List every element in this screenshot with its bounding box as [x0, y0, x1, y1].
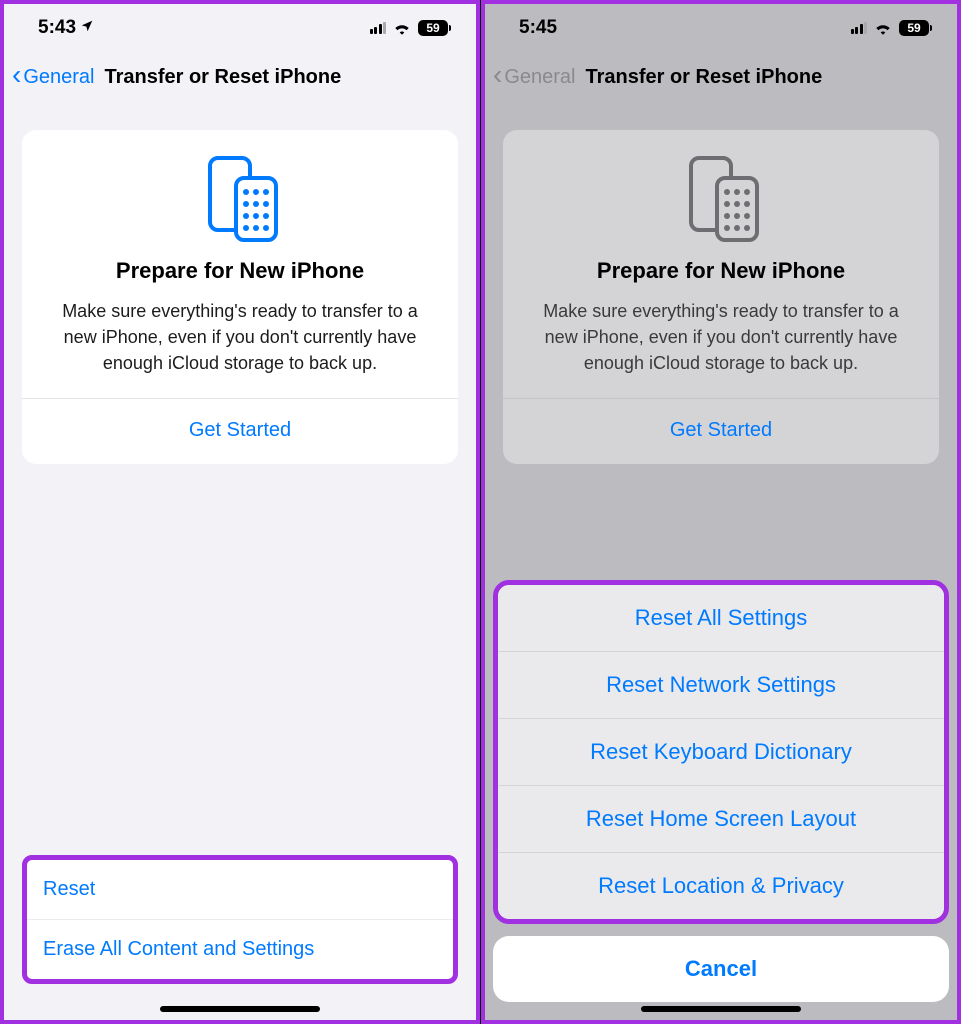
prepare-card-dimmed: Prepare for New iPhone Make sure everyth…	[503, 130, 939, 464]
reset-keyboard-dictionary-button[interactable]: Reset Keyboard Dictionary	[498, 718, 944, 785]
screen-reset-sheet: 5:45 59 ‹ General Transfer or Reset iPho…	[481, 0, 961, 1024]
page-title: Transfer or Reset iPhone	[585, 66, 822, 89]
screen-transfer-reset: 5:43 59 ‹ General Transfer or Reset iPho…	[0, 0, 480, 1024]
get-started-button: Get Started	[521, 399, 921, 464]
card-title: Prepare for New iPhone	[521, 258, 921, 284]
reset-home-screen-layout-button[interactable]: Reset Home Screen Layout	[498, 785, 944, 852]
reset-row[interactable]: Reset	[27, 860, 453, 919]
status-time-group: 5:45	[519, 17, 557, 39]
status-indicators: 59	[370, 20, 449, 36]
reset-all-settings-button[interactable]: Reset All Settings	[498, 585, 944, 651]
wifi-icon	[393, 21, 411, 35]
battery-level: 59	[907, 21, 920, 35]
reset-network-settings-button[interactable]: Reset Network Settings	[498, 651, 944, 718]
status-time: 5:43	[38, 17, 76, 39]
nav-bar: ‹ General Transfer or Reset iPhone	[4, 52, 476, 102]
cellular-signal-icon	[851, 22, 868, 34]
action-sheet: Reset All Settings Reset Network Setting…	[493, 580, 949, 1002]
status-bar: 5:43 59	[4, 4, 476, 52]
page-title: Transfer or Reset iPhone	[104, 66, 341, 89]
card-description: Make sure everything's ready to transfer…	[40, 298, 440, 398]
card-description: Make sure everything's ready to transfer…	[521, 298, 921, 398]
prepare-card: Prepare for New iPhone Make sure everyth…	[22, 130, 458, 464]
erase-all-row[interactable]: Erase All Content and Settings	[27, 919, 453, 979]
card-title: Prepare for New iPhone	[40, 258, 440, 284]
location-arrow-icon	[80, 19, 94, 38]
sheet-options-group: Reset All Settings Reset Network Setting…	[493, 580, 949, 924]
status-time: 5:45	[519, 17, 557, 39]
status-time-group: 5:43	[38, 17, 94, 39]
battery-level: 59	[426, 21, 439, 35]
cancel-button[interactable]: Cancel	[493, 936, 949, 1002]
back-button[interactable]: ‹ General	[12, 65, 94, 89]
wifi-icon	[874, 21, 892, 35]
chevron-left-icon: ‹	[12, 61, 21, 89]
reset-options-group: Reset Erase All Content and Settings	[22, 855, 458, 984]
two-phones-icon	[671, 154, 771, 244]
home-indicator[interactable]	[641, 1006, 801, 1012]
cellular-signal-icon	[370, 22, 387, 34]
status-bar: 5:45 59	[485, 4, 957, 52]
back-label: General	[504, 66, 575, 89]
reset-location-privacy-button[interactable]: Reset Location & Privacy	[498, 852, 944, 919]
status-indicators: 59	[851, 20, 930, 36]
two-phones-icon	[190, 154, 290, 244]
back-label: General	[23, 66, 94, 89]
battery-icon: 59	[418, 20, 448, 36]
chevron-left-icon: ‹	[493, 61, 502, 89]
back-button: ‹ General	[493, 65, 575, 89]
battery-icon: 59	[899, 20, 929, 36]
get-started-button[interactable]: Get Started	[40, 399, 440, 464]
nav-bar: ‹ General Transfer or Reset iPhone	[485, 52, 957, 102]
home-indicator[interactable]	[160, 1006, 320, 1012]
